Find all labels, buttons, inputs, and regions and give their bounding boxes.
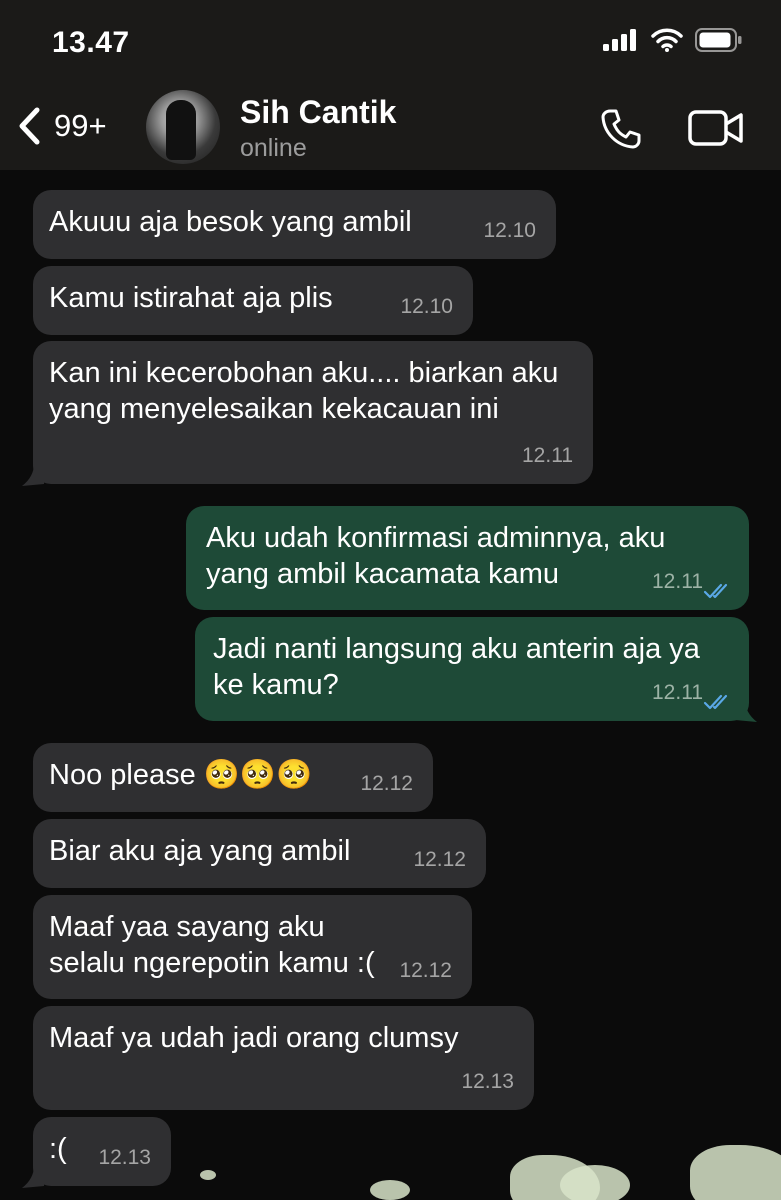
bubble-tail <box>22 1166 44 1188</box>
message-time: 12.11 <box>652 570 703 593</box>
back-button[interactable]: 99+ <box>16 106 107 146</box>
double-check-read-icon <box>703 694 728 710</box>
message-text: Noo please 🥺🥺🥺 <box>49 759 313 791</box>
message-text: Kamu istirahat aja plis <box>49 282 333 314</box>
message-text: Maaf yaa sayang aku selalu ngerepotin ka… <box>49 911 375 979</box>
status-bar-icons <box>603 28 743 52</box>
message-time: 12.12 <box>413 848 466 871</box>
message-bubble-incoming[interactable]: Noo please 🥺🥺🥺 12.12 <box>33 743 433 812</box>
message-time: 12.12 <box>360 772 413 795</box>
message-bubble-incoming[interactable]: Biar aku aja yang ambil 12.12 <box>33 819 486 888</box>
phone-icon[interactable] <box>598 106 644 152</box>
message-time: 12.11 <box>522 444 573 467</box>
message-time: 12.10 <box>400 295 453 318</box>
chat-header: 13.47 99+ Sih Cantik online <box>0 0 781 170</box>
message-time: 12.10 <box>483 219 536 242</box>
message-time: 12.13 <box>98 1146 151 1169</box>
message-bubble-incoming[interactable]: :( 12.13 <box>33 1117 171 1186</box>
wifi-icon <box>651 28 683 52</box>
message-time: 12.11 <box>652 681 703 704</box>
message-bubble-incoming[interactable]: Akuuu aja besok yang ambil 12.10 <box>33 190 556 259</box>
message-time: 12.12 <box>399 959 452 982</box>
unread-count: 99+ <box>54 108 107 143</box>
message-text: Biar aku aja yang ambil <box>49 835 351 867</box>
contact-name[interactable]: Sih Cantik <box>240 94 396 131</box>
message-bubble-incoming[interactable]: Kan ini kecerobohan aku.... biarkan aku … <box>33 341 593 484</box>
double-check-read-icon <box>703 583 728 599</box>
bubble-tail <box>22 464 44 486</box>
message-text: :( <box>49 1133 67 1165</box>
bubble-tail <box>735 700 757 722</box>
video-call-icon[interactable] <box>688 108 744 148</box>
signal-icon <box>603 29 636 51</box>
contact-status: online <box>240 134 307 162</box>
message-bubble-outgoing[interactable]: Jadi nanti langsung aku anterin aja ya k… <box>195 617 749 721</box>
status-bar-time: 13.47 <box>52 26 130 59</box>
message-text: Aku udah konfirmasi adminnya, aku yang a… <box>206 522 666 590</box>
message-bubble-incoming[interactable]: Kamu istirahat aja plis 12.10 <box>33 266 473 335</box>
message-bubble-incoming[interactable]: Maaf yaa sayang aku selalu ngerepotin ka… <box>33 895 472 999</box>
message-bubble-outgoing[interactable]: Aku udah konfirmasi adminnya, aku yang a… <box>186 506 749 610</box>
message-time: 12.13 <box>461 1070 514 1093</box>
battery-icon <box>695 28 742 52</box>
nav-bar: 99+ Sih Cantik online <box>0 88 781 168</box>
message-bubble-incoming[interactable]: Maaf ya udah jadi orang clumsy 12.13 <box>33 1006 534 1110</box>
avatar[interactable] <box>146 90 220 164</box>
message-text: Kan ini kecerobohan aku.... biarkan aku … <box>49 357 559 425</box>
message-text: Jadi nanti langsung aku anterin aja ya k… <box>213 633 700 701</box>
message-text: Akuuu aja besok yang ambil <box>49 206 412 238</box>
chevron-left-icon <box>19 107 40 145</box>
message-text: Maaf ya udah jadi orang clumsy <box>49 1022 459 1054</box>
